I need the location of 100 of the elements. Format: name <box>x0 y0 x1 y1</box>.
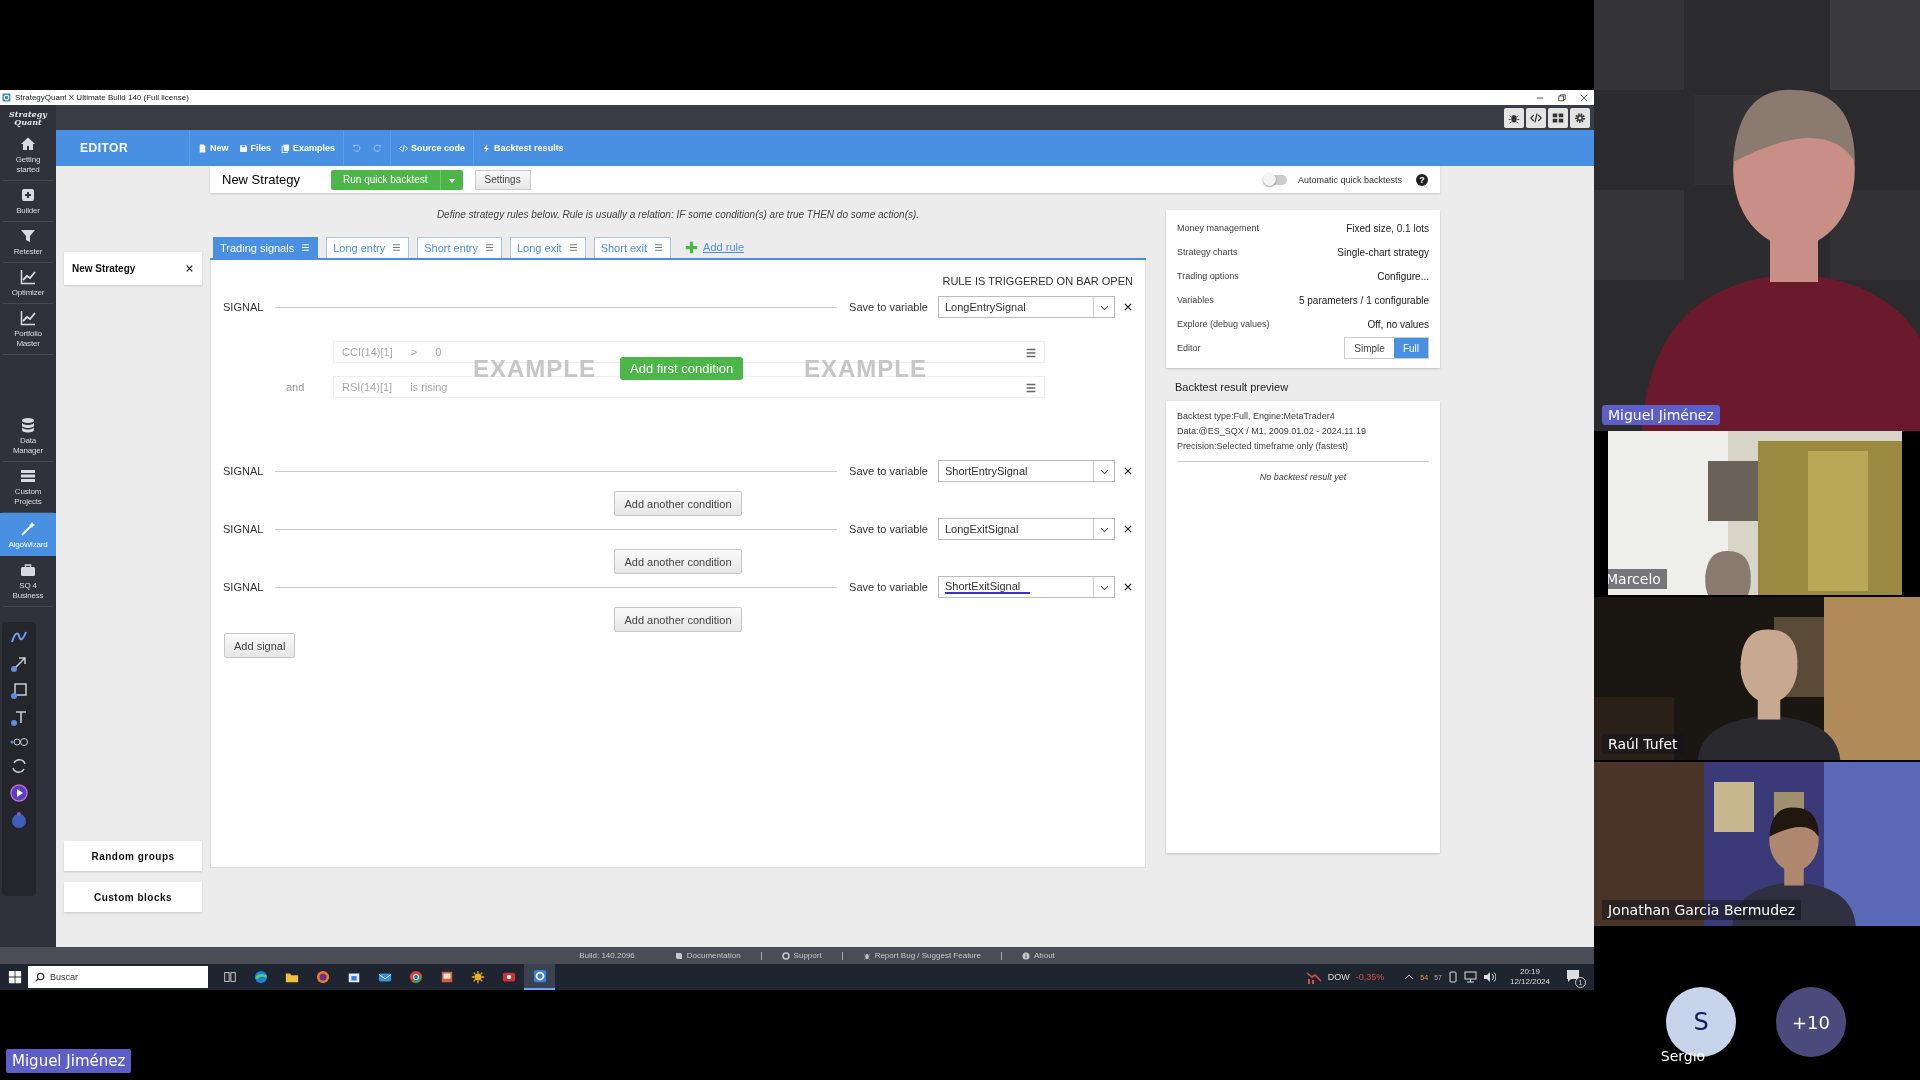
close-icon[interactable] <box>1580 93 1588 102</box>
strategy-tab[interactable]: New Strategy <box>64 252 202 285</box>
close-icon[interactable] <box>1123 466 1133 476</box>
menu-icon <box>567 242 579 253</box>
dropdown-button[interactable] <box>439 169 463 190</box>
sidebar-item[interactable]: SQ 4 Business <box>3 556 53 607</box>
menu-icon <box>391 242 403 253</box>
self-name-label: Miguel Jiménez <box>6 1049 132 1073</box>
panel-button[interactable]: Custom blocks <box>64 882 202 912</box>
add-condition-button[interactable]: Add another condition <box>614 607 742 632</box>
help-button[interactable]: ? <box>1416 173 1428 186</box>
menu-icon[interactable] <box>1024 346 1038 360</box>
server-icon <box>20 468 36 484</box>
plus-icon <box>685 240 699 254</box>
home-icon <box>20 136 36 152</box>
sidebar-item[interactable]: Getting started <box>3 130 53 181</box>
close-icon[interactable] <box>185 264 194 273</box>
database-icon <box>20 417 36 433</box>
close-icon[interactable] <box>1123 582 1133 592</box>
info-icon <box>1021 951 1030 960</box>
rule-tab[interactable]: Long entry <box>326 236 410 258</box>
refresh-icon[interactable] <box>10 757 28 775</box>
search-field[interactable]: Buscar <box>28 966 208 988</box>
setting-value[interactable]: Off, no values <box>1367 318 1429 330</box>
menu-icon <box>653 242 665 253</box>
status-link[interactable]: Documentation <box>686 951 741 960</box>
settings-icon <box>1574 111 1586 124</box>
setting-value[interactable]: Configure... <box>1377 270 1429 282</box>
sidebar-item[interactable]: Portfolio Master <box>3 304 53 355</box>
arrow-icon[interactable] <box>9 655 29 673</box>
watermark-text: EXAMPLE <box>473 356 596 382</box>
network-icon[interactable] <box>1463 971 1477 983</box>
dots-icon[interactable] <box>9 736 29 748</box>
add-condition-button[interactable]: Add another condition <box>614 491 742 516</box>
grid-button[interactable] <box>1548 107 1568 128</box>
operator-text: > <box>410 346 418 358</box>
save-label: Save to variable <box>849 465 928 477</box>
square-icon[interactable] <box>9 682 29 700</box>
menu-icon <box>484 242 495 253</box>
save-label: Save to variable <box>849 581 928 593</box>
toggle-switch[interactable] <box>1264 174 1287 185</box>
copy-icon <box>281 143 291 153</box>
trigger-note: RULE IS TRIGGERED ON BAR OPEN <box>941 274 1133 288</box>
sidebar-item[interactable]: Builder <box>3 181 53 222</box>
app-icon <box>532 969 547 983</box>
indicator-text: RSI(14)[1] <box>342 381 393 393</box>
code-button[interactable] <box>1526 107 1546 128</box>
more-participants-button[interactable]: +10 <box>1776 987 1846 1057</box>
close-icon[interactable] <box>1123 524 1133 534</box>
text-tool-icon[interactable] <box>9 709 29 727</box>
chevron-up-icon[interactable] <box>1404 972 1415 982</box>
variable-select[interactable]: ShortExitSignal <box>938 576 1115 598</box>
taskbar-app[interactable] <box>524 964 555 990</box>
ticker-symbol: DOW <box>1327 972 1350 982</box>
add-condition-button[interactable]: Add another condition <box>614 549 742 574</box>
close-icon[interactable] <box>1123 302 1133 312</box>
sun-icon <box>470 970 485 984</box>
setting-value[interactable]: Fixed size, 0.1 lots <box>1346 222 1429 234</box>
menu-icon[interactable] <box>1024 381 1038 395</box>
settings-button[interactable]: Settings <box>474 169 531 190</box>
preview-line: Precision:Selected timeframe only (fastest) <box>1177 440 1350 453</box>
setting-label: Trading options <box>1177 271 1239 281</box>
chart-down-icon <box>1305 970 1322 984</box>
setting-value[interactable]: 5 parameters / 1 configurable <box>1298 294 1429 306</box>
speaker-icon[interactable] <box>1482 971 1496 983</box>
variable-select[interactable]: LongEntrySignal <box>938 296 1115 318</box>
bug-button[interactable] <box>1504 107 1524 128</box>
rule-tab[interactable]: Short exit <box>593 236 672 258</box>
phone-icon[interactable] <box>1447 971 1458 983</box>
variable-select[interactable]: LongExitSignal <box>938 518 1115 540</box>
setting-value[interactable]: Single-chart strategy <box>1337 246 1429 258</box>
value-text: 0 <box>435 346 442 358</box>
restore-icon[interactable] <box>1558 93 1566 102</box>
rule-tab[interactable]: Short entry <box>417 236 502 258</box>
notification-icon <box>1566 969 1580 982</box>
panel-button[interactable]: Random groups <box>64 841 202 871</box>
status-link[interactable]: Support <box>793 951 822 960</box>
save-label: Save to variable <box>849 301 928 313</box>
sidebar-item[interactable]: Retester <box>3 222 53 263</box>
sidebar-item[interactable]: Optimizer <box>3 263 53 304</box>
participant-name: Marcelo <box>1608 569 1667 589</box>
menu-icon <box>300 242 312 253</box>
record-icon <box>501 970 516 984</box>
participant-name: Raúl Tufet <box>1602 734 1684 754</box>
setting-label: Variables <box>1177 295 1214 305</box>
sidebar-item[interactable]: Data Manager <box>3 411 53 462</box>
globe-icon[interactable] <box>10 811 28 829</box>
caret-icon <box>448 179 455 183</box>
task-view-icon <box>222 970 237 984</box>
status-link[interactable]: About <box>1033 951 1055 960</box>
lifebuoy-icon <box>781 951 790 960</box>
status-link[interactable]: Report Bug / Suggest Feature <box>874 951 981 960</box>
setting-label: Editor <box>1177 343 1201 353</box>
play-icon[interactable] <box>10 784 28 802</box>
add-signal-button[interactable]: Add signal <box>224 633 296 658</box>
windows-icon[interactable] <box>8 970 22 984</box>
settings-button[interactable] <box>1570 107 1590 128</box>
variable-select[interactable]: ShortEntrySignal <box>938 460 1115 482</box>
preview-line: Data:@ES_SQX / M1, 2009.01.02 - 2024.11.19 <box>1177 425 1368 438</box>
preview-line: Backtest type:Full, Engine:MetaTrader4 <box>1177 410 1336 423</box>
